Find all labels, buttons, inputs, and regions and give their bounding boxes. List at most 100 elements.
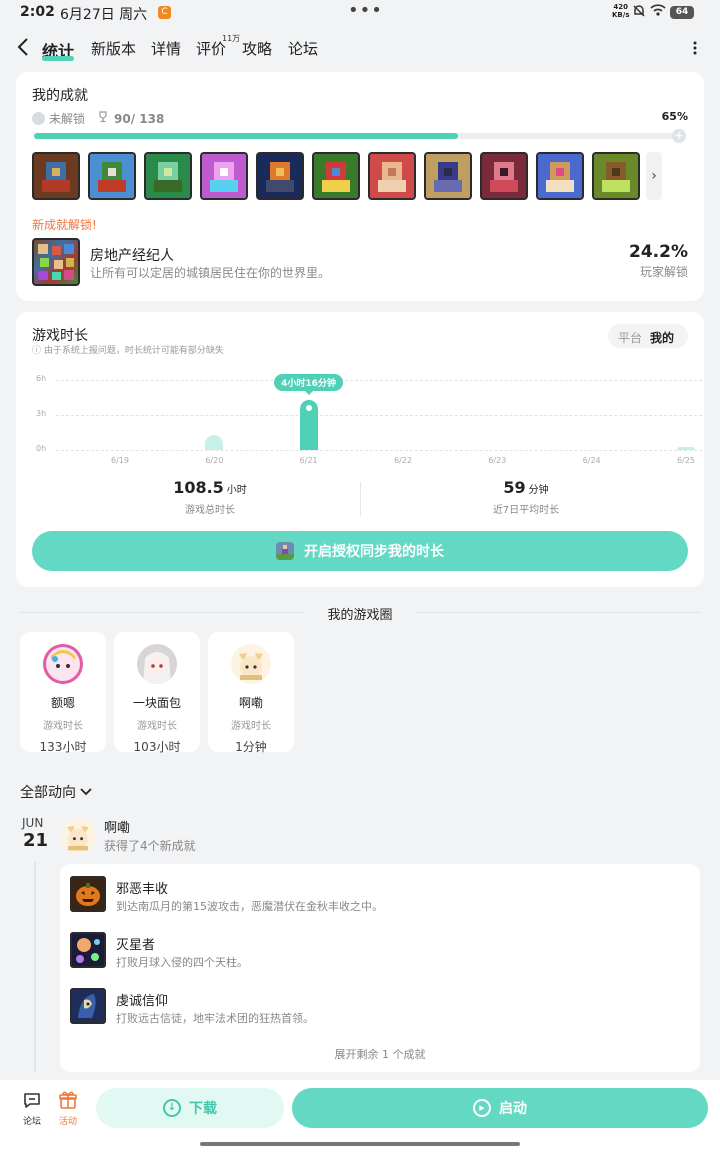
chart-gridline <box>56 450 702 451</box>
chart-bar[interactable] <box>677 447 695 450</box>
feed-filter-dropdown[interactable]: 全部动向 <box>20 782 93 802</box>
download-button[interactable]: ↓ 下载 <box>96 1088 284 1128</box>
toggle-platform[interactable]: 平台 <box>618 329 642 346</box>
friend-card[interactable]: 额嗯 游戏时长 133小时 <box>20 632 106 754</box>
toggle-mine[interactable]: 我的 <box>650 329 674 346</box>
achievement-desc: 打败月球入侵的四个天柱。 <box>116 956 248 969</box>
achievement-8-icon[interactable] <box>424 152 472 200</box>
achievement-3-icon[interactable] <box>144 152 192 200</box>
locked-icon <box>32 112 45 125</box>
chevron-right-icon[interactable]: › <box>646 152 662 200</box>
achievement-desc: 到达南瓜月的第15波攻击，恶魔潜伏在金秋丰收之中。 <box>116 900 383 913</box>
playtime-title: 游戏时长 <box>32 328 88 344</box>
sync-playtime-button[interactable]: 开启授权同步我的时长 <box>32 531 688 571</box>
chart-gridline <box>56 415 702 416</box>
review-count-badge: 11万 <box>222 34 241 43</box>
y-tick-label: 0h <box>36 444 47 453</box>
avg-playtime-value: 59 <box>503 478 526 497</box>
active-tab-indicator <box>42 56 74 61</box>
tab-new-version[interactable]: 新版本 <box>91 38 136 59</box>
achievement-percent: 65% <box>661 110 688 123</box>
wifi-icon <box>650 3 666 21</box>
feed-username[interactable]: 啊嘞 <box>104 817 130 836</box>
x-tick-label: 6/24 <box>582 456 601 465</box>
progress-end-icon: + <box>672 129 686 143</box>
chart-bar[interactable] <box>205 434 224 450</box>
more-vertical-icon[interactable] <box>692 40 698 56</box>
playtime-card: 游戏时长 ⓘ 由于系统上报问题，时长统计可能有部分缺失 平台 我的 6h 3h 0h… <box>16 312 704 587</box>
forum-icon <box>22 1090 42 1110</box>
friend-name: 额嗯 <box>50 696 75 710</box>
top-nav: 统计 新版本 详情 评价 11万 攻略 论坛 <box>0 30 720 66</box>
achievement-5-icon[interactable] <box>256 152 304 200</box>
achievement-desc: 打败远古信徒，地牢法术团的狂热首领。 <box>116 1012 314 1025</box>
friend-card[interactable]: 啊嘞 游戏时长 1分钟 <box>208 632 294 754</box>
achievement-11-icon[interactable] <box>592 152 640 200</box>
feed-action-text: 获得了4个新成就 <box>104 839 196 853</box>
achievement-4-icon[interactable] <box>200 152 248 200</box>
playtime-toggle[interactable]: 平台 我的 <box>608 324 688 348</box>
chart-tooltip: 4小时16分钟 <box>274 374 343 396</box>
divider-right <box>416 612 700 613</box>
chevron-down-icon <box>80 785 93 801</box>
launch-button[interactable]: ▶ 启动 <box>292 1088 708 1128</box>
feed-month: JUN <box>22 816 44 830</box>
tab-guides[interactable]: 攻略 <box>242 38 272 59</box>
friend-playtime-value: 103小时 <box>133 740 181 754</box>
app-notification-icon: C <box>158 6 171 19</box>
total-playtime-label: 游戏总时长 <box>185 505 235 516</box>
achievement-name: 邪恶丰收 <box>116 882 169 897</box>
new-achievement-icon <box>32 238 80 286</box>
trophy-icon <box>97 111 111 126</box>
achievement-progress-fill <box>34 133 458 139</box>
y-tick-label: 6h <box>36 374 47 383</box>
new-achievement-rate: 24.2% <box>629 242 688 262</box>
achievement-6-icon[interactable] <box>312 152 360 200</box>
feed-achievements-card[interactable]: 邪恶丰收 到达南瓜月的第15波攻击，恶魔潜伏在金秋丰收之中。 灭星者 打败月球入… <box>60 864 700 1072</box>
x-tick-label: 6/20 <box>205 456 224 465</box>
achievement-9-icon[interactable] <box>480 152 528 200</box>
expand-remaining-button[interactable]: 展开剩余 1 个成就 <box>60 1046 700 1062</box>
achievement-name: 灭星者 <box>116 938 156 953</box>
activity-nav-label: 活动 <box>58 1117 77 1127</box>
network-speed: 420 KB/s <box>612 3 630 19</box>
achievement-summary: 未解锁 90/ 138 <box>32 110 164 127</box>
achievement-10-icon[interactable] <box>536 152 584 200</box>
timeline-line <box>34 862 36 1072</box>
friend-card[interactable]: 一块面包 游戏时长 103小时 <box>114 632 200 754</box>
achievements-title: 我的成就 <box>32 88 88 104</box>
chart-selected-point <box>303 403 314 414</box>
gift-icon <box>58 1090 78 1110</box>
friend-playtime-label: 游戏时长 <box>137 721 177 732</box>
playtime-note: ⓘ 由于系统上报问题，时长统计可能有部分缺失 <box>32 346 224 356</box>
achievement-count: 90/ 138 <box>114 111 165 126</box>
x-tick-label: 6/21 <box>299 456 318 465</box>
unlocked-label: 未解锁 <box>49 112 86 126</box>
status-bar: 2:02 6月27日 周六 C ••• 420 KB/s 64 <box>0 0 720 26</box>
x-tick-label: 6/23 <box>488 456 507 465</box>
forum-nav-button[interactable]: 论坛 <box>14 1090 50 1127</box>
achievement-1-icon[interactable] <box>32 152 80 200</box>
download-icon: ↓ <box>163 1099 181 1117</box>
status-date: 6月27日 周六 <box>60 7 148 23</box>
new-achievement-desc: 让所有可以定居的城镇居民住在你的世界里。 <box>90 266 331 280</box>
cultist-achievement-icon <box>70 988 106 1024</box>
x-tick-label: 6/19 <box>111 456 129 465</box>
achievement-2-icon[interactable] <box>88 152 136 200</box>
launch-label: 启动 <box>499 1101 527 1117</box>
feed-user-avatar[interactable] <box>60 818 96 854</box>
friend-name: 一块面包 <box>132 696 181 710</box>
sync-playtime-label: 开启授权同步我的时长 <box>304 544 444 560</box>
stat-divider <box>360 482 361 516</box>
home-indicator[interactable] <box>200 1142 520 1146</box>
tab-forum[interactable]: 论坛 <box>288 38 318 59</box>
back-arrow-icon[interactable] <box>16 36 32 58</box>
battery-icon: 64 <box>670 6 694 19</box>
forum-nav-label: 论坛 <box>22 1117 41 1127</box>
tab-details[interactable]: 详情 <box>151 38 181 59</box>
achievements-card[interactable]: 我的成就 未解锁 90/ 138 65% + › 新成就解锁! 房地产经纪人 让… <box>16 72 704 301</box>
x-tick-label: 6/25 <box>677 456 695 465</box>
activity-nav-button[interactable]: 活动 <box>50 1090 86 1127</box>
achievement-name: 虔诚信仰 <box>116 994 169 1009</box>
achievement-7-icon[interactable] <box>368 152 416 200</box>
